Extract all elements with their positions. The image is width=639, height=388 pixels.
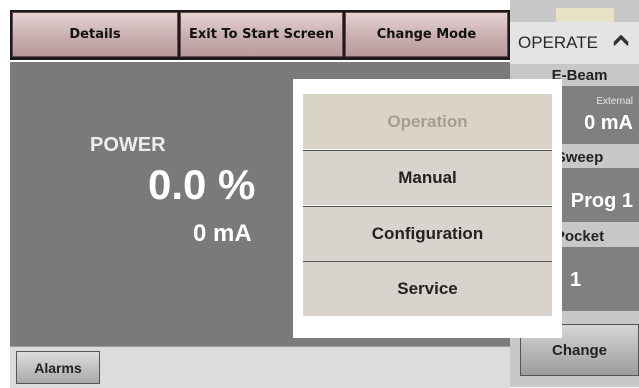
top-indicator-strip — [556, 8, 614, 22]
alarms-button[interactable]: Alarms — [16, 351, 100, 384]
mode-item-configuration[interactable]: Configuration — [303, 206, 552, 261]
change-mode-button[interactable]: Change Mode — [345, 12, 508, 57]
mode-item-service[interactable]: Service — [303, 261, 552, 316]
mode-menu-popup: Operation Manual Configuration Service — [293, 79, 562, 338]
pocket-number: 1 — [570, 269, 582, 291]
ebeam-source: External — [596, 96, 633, 107]
operate-label: OPERATE — [518, 33, 598, 52]
mode-item-manual[interactable]: Manual — [303, 150, 552, 205]
operate-header[interactable]: OPERATE — [510, 22, 639, 64]
top-toolbar: Details Exit To Start Screen Change Mode — [10, 10, 510, 60]
exit-to-start-screen-button[interactable]: Exit To Start Screen — [180, 12, 343, 57]
sweep-program: Prog 1 — [570, 190, 633, 212]
power-current-value: 0 mA — [193, 220, 252, 247]
power-percent-value: 0.0 % — [148, 161, 256, 208]
ebeam-current: 0 mA — [584, 112, 633, 134]
details-button[interactable]: Details — [12, 12, 178, 57]
power-label: POWER — [90, 134, 166, 156]
mode-item-operation[interactable]: Operation — [303, 94, 552, 149]
chevron-up-icon[interactable] — [612, 34, 630, 52]
